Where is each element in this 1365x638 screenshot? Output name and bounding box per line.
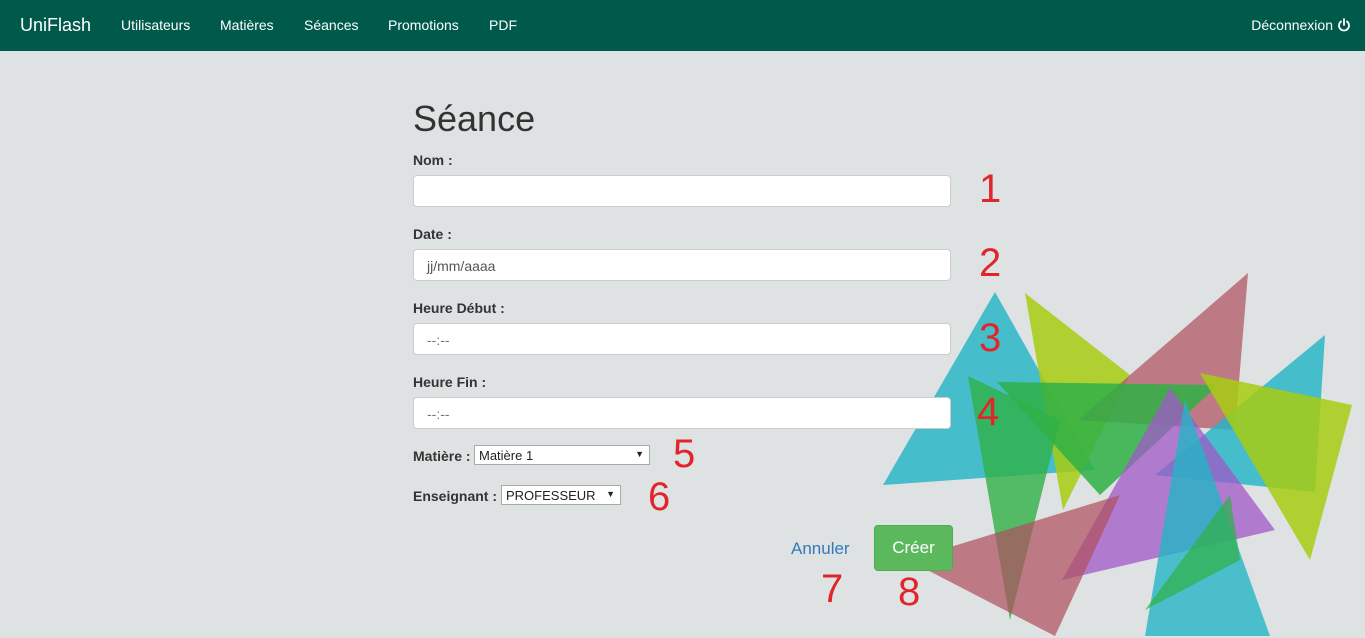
heure-fin-label: Heure Fin : bbox=[413, 374, 487, 390]
annotation-7: 7 bbox=[821, 567, 844, 611]
annotation-6: 6 bbox=[648, 475, 671, 519]
annotation-8: 8 bbox=[898, 570, 921, 614]
annotation-3: 3 bbox=[979, 316, 1002, 360]
nav-promotions[interactable]: Promotions bbox=[388, 17, 459, 33]
chevron-down-icon: ▼ bbox=[606, 489, 615, 499]
matiere-selected: Matière 1 bbox=[479, 448, 534, 463]
annotation-2: 2 bbox=[979, 241, 1002, 285]
nav-matieres[interactable]: Matières bbox=[220, 17, 274, 33]
heure-fin-input[interactable]: --:-- bbox=[413, 397, 951, 429]
nav-seances[interactable]: Séances bbox=[304, 17, 358, 33]
navbar: UniFlash Utilisateurs Matières Séances P… bbox=[0, 0, 1365, 51]
date-placeholder: jj/mm/aaaa bbox=[427, 258, 496, 274]
heure-debut-input[interactable]: --:-- bbox=[413, 323, 951, 355]
power-icon bbox=[1338, 18, 1350, 32]
chevron-down-icon: ▼ bbox=[635, 449, 644, 459]
annotation-1: 1 bbox=[979, 167, 1002, 211]
date-label: Date : bbox=[413, 226, 452, 242]
nom-input[interactable] bbox=[413, 175, 951, 207]
heure-debut-placeholder: --:-- bbox=[427, 332, 450, 348]
matiere-label: Matière : bbox=[413, 448, 471, 464]
enseignant-select[interactable]: PROFESSEUR ▼ bbox=[501, 485, 621, 505]
matiere-select[interactable]: Matière 1 ▼ bbox=[474, 445, 650, 465]
logout-label: Déconnexion bbox=[1251, 17, 1333, 33]
nav-utilisateurs[interactable]: Utilisateurs bbox=[121, 17, 190, 33]
heure-debut-label: Heure Début : bbox=[413, 300, 505, 316]
date-input[interactable]: jj/mm/aaaa bbox=[413, 249, 951, 281]
create-button[interactable]: Créer bbox=[874, 525, 953, 571]
annotation-4: 4 bbox=[977, 390, 1000, 434]
enseignant-label: Enseignant : bbox=[413, 488, 498, 504]
page-title: Séance bbox=[413, 98, 536, 139]
create-button-label: Créer bbox=[892, 538, 935, 557]
annotation-5: 5 bbox=[673, 432, 696, 476]
heure-fin-placeholder: --:-- bbox=[427, 406, 450, 422]
nom-label: Nom : bbox=[413, 152, 453, 168]
enseignant-selected: PROFESSEUR bbox=[506, 488, 596, 503]
decorative-triangles bbox=[883, 273, 1352, 636]
cancel-link[interactable]: Annuler bbox=[791, 539, 850, 559]
logout-link[interactable]: Déconnexion bbox=[1251, 17, 1351, 33]
nav-pdf[interactable]: PDF bbox=[489, 17, 517, 33]
brand-link[interactable]: UniFlash bbox=[20, 15, 91, 36]
